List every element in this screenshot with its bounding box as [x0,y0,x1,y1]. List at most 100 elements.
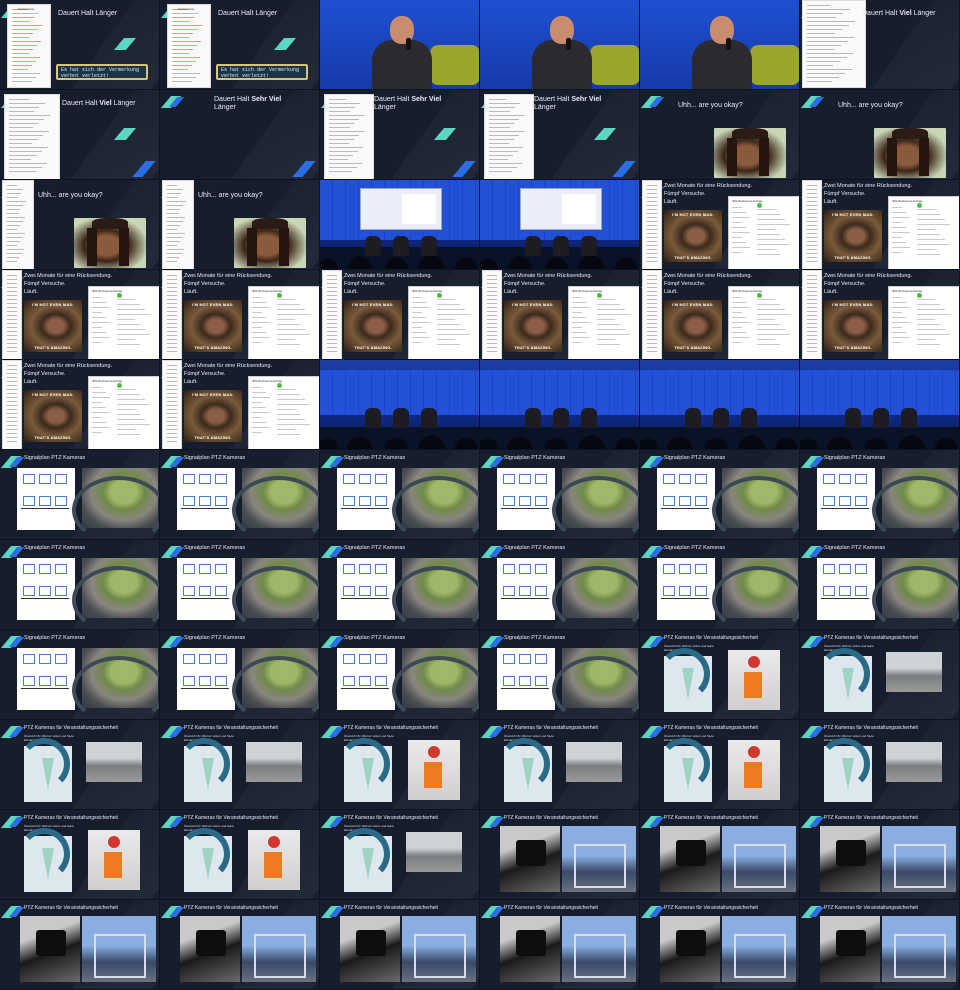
text-line [437,329,465,330]
aerial-map-image [552,558,639,629]
text-line [732,337,750,338]
text-line [12,21,30,22]
meme-caption-top: I'M NOT EVEN MAD. [832,212,874,217]
text-line [327,331,337,332]
slide-thumbnail: PTZ Kameras für Veranstaltungssicherheit [160,900,320,990]
aerial-map-image [72,648,159,719]
rig-photo [402,916,476,982]
rig-photo [882,916,956,982]
text-line [12,81,32,82]
diagram-box [519,496,531,506]
meme-caption-top: I'M NOT EVEN MAD. [32,392,74,397]
text-line [9,107,40,108]
diagram-line [21,508,69,509]
diagram-box [39,676,51,686]
signal-diagram [177,558,235,620]
text-line [277,404,310,405]
hair-left [726,138,738,176]
text-line [92,302,106,303]
diagram-box [679,474,691,484]
text-line [757,219,785,220]
camera-housing [196,930,226,956]
text-line [807,351,817,352]
text-line [7,245,17,246]
diagram-box [359,654,371,664]
text-line [412,327,422,328]
text-line [327,311,337,312]
text-line [917,229,935,230]
text-line [92,327,102,328]
text-line [7,385,17,386]
slide-title: Signalplan PTZ Kameras [664,545,726,551]
speaker-figure [581,236,597,256]
slide-title: PTZ Kameras für Veranstaltungssicherheit [664,725,758,731]
signal-diagram [17,648,75,710]
text-line [167,381,177,382]
status-dot [437,293,442,298]
text-line [732,252,742,253]
text-line [807,225,817,226]
text-line [647,335,657,336]
text-line [487,315,497,316]
diagram-line [341,508,389,509]
slide-thumbnail: PTZ Kameras für Veranstaltungssicherheit… [640,720,800,810]
not-mad-meme-image: I'M NOT EVEN MAD. THAT'S AMAZING. [184,390,242,442]
aerial-map-image [72,558,159,629]
speaker-figure [713,408,729,428]
diagram-box [823,474,835,484]
text-line [489,107,516,108]
text-line [597,344,620,345]
slide-thumbnail [800,360,960,450]
text-line [807,61,840,62]
text-line [807,249,817,250]
aerial-map-image [712,558,799,629]
diagram-box [695,474,707,484]
signal-diagram [337,558,395,620]
text-line [917,254,940,255]
river-curve [232,566,319,629]
slide-title: PTZ Kameras für Veranstaltungssicherheit [24,725,118,731]
text-line [329,147,363,148]
text-line [647,233,657,234]
text-line [487,331,497,332]
text-line [252,312,262,313]
camera-housing [676,930,706,956]
river-curve [552,476,639,539]
diagram-box [23,654,35,664]
text-line [7,425,17,426]
text-line [9,147,49,148]
text-line [252,387,262,388]
text-line [172,41,202,42]
river-photo [886,742,942,782]
speaker-figure [393,408,409,428]
couch [590,45,639,85]
text-line [647,229,657,230]
slide-title: PTZ Kameras für Veranstaltungssicherheit [664,635,758,641]
text-line [252,342,262,343]
slide-thumbnail: Dauert Halt Sehr Viel Länger [480,90,640,180]
slide-thumbnail: Signalplan PTZ Kameras [160,630,320,720]
text-line [277,429,295,430]
diagram-box [359,496,371,506]
text-line [167,237,183,238]
text-line [489,155,513,156]
diagram-box [535,676,547,686]
text-line [892,242,906,243]
slide-thumbnail [640,360,800,450]
meme-caption-bottom: THAT'S AMAZING. [194,435,232,440]
status-dot [917,293,922,298]
text-line [92,397,110,398]
text-line [7,315,17,316]
text-line [489,171,513,172]
speaker-figure [901,408,917,428]
text-line [647,283,657,284]
text-line [572,307,590,308]
diagram-box [199,496,211,506]
text-line [757,224,790,225]
text-line [732,247,750,248]
rig-frame [894,934,946,978]
text-line [252,297,262,298]
text-line [7,303,17,304]
text-line [7,229,18,230]
diagram-line [501,598,549,599]
